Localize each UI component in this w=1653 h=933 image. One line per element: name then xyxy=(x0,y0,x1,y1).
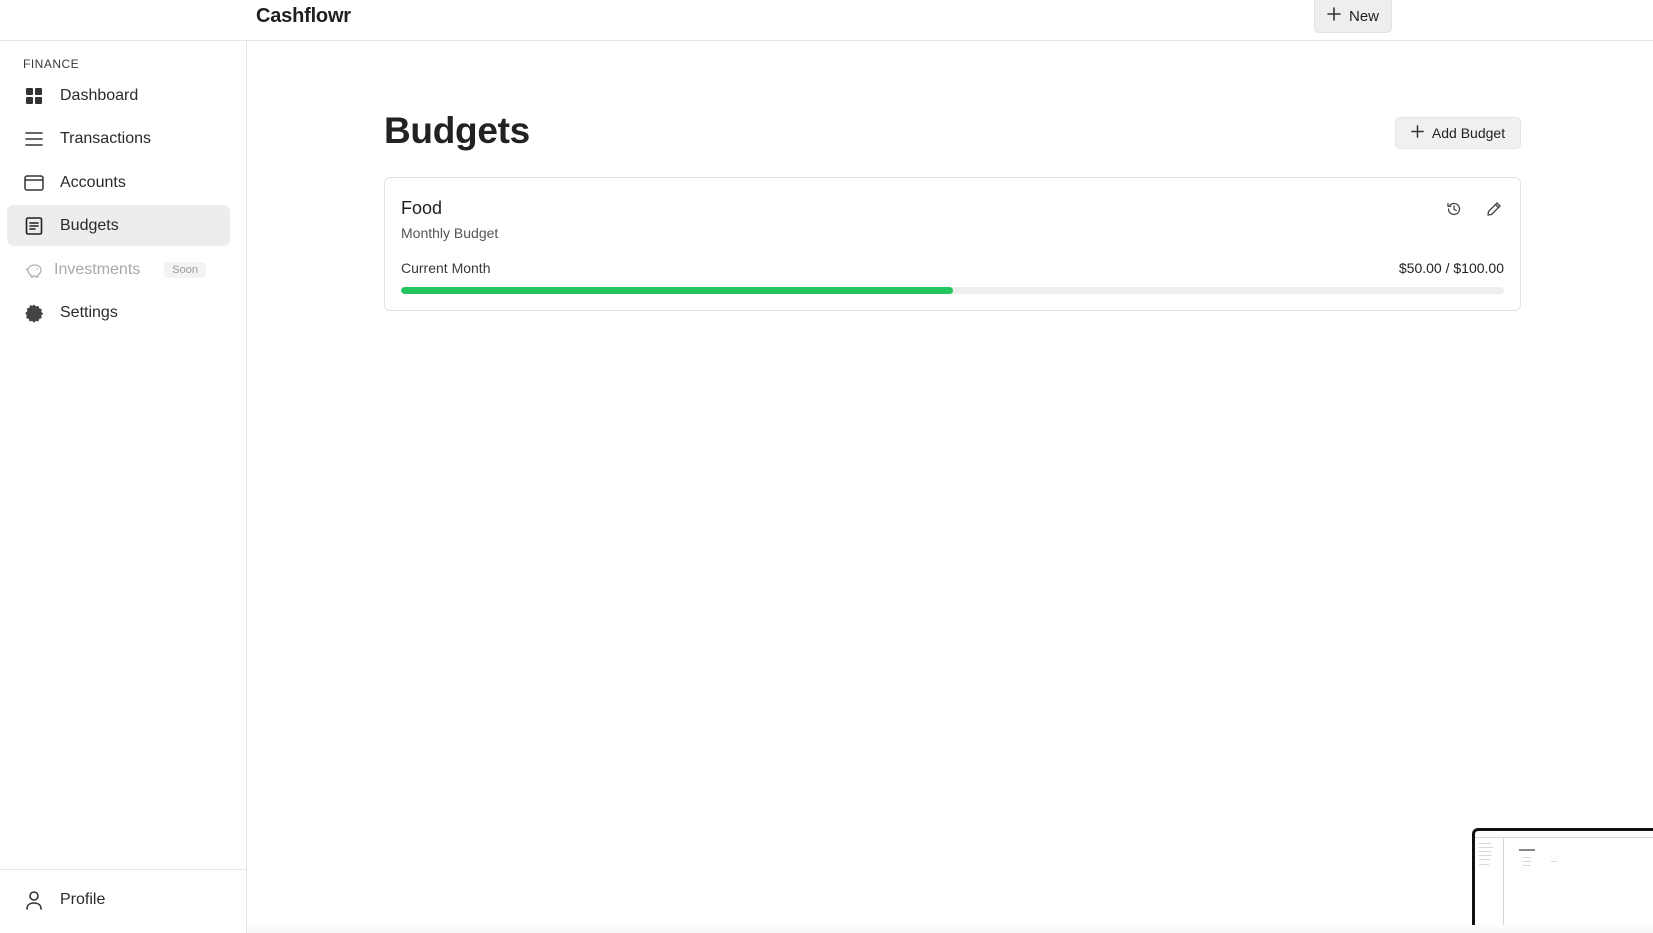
piggy-bank-icon xyxy=(24,260,44,280)
budget-progress-fill xyxy=(401,287,953,294)
sidebar-item-label: Transactions xyxy=(60,129,151,147)
add-budget-button[interactable]: Add Budget xyxy=(1395,117,1521,149)
top-bar: Cashflowr New xyxy=(0,0,1653,41)
budget-card: Food Monthly Budget Current Month $50.00… xyxy=(384,177,1521,311)
budget-amount: $50.00 / $100.00 xyxy=(1398,260,1504,276)
sidebar-section-label: FINANCE xyxy=(23,57,80,71)
pencil-icon[interactable] xyxy=(1484,199,1504,219)
budget-name: Food xyxy=(401,198,443,218)
sidebar-item-label: Accounts xyxy=(60,173,126,191)
add-budget-label: Add Budget xyxy=(1431,125,1506,141)
document-icon xyxy=(24,216,44,236)
page-title: Budgets xyxy=(384,110,530,151)
sidebar-item-profile[interactable]: Profile xyxy=(24,890,105,910)
profile-label: Profile xyxy=(60,891,106,908)
sidebar-item-label: Settings xyxy=(60,303,118,321)
screenshot-thumbnail[interactable] xyxy=(1472,828,1653,933)
grid-icon xyxy=(24,86,44,106)
sidebar-item-transactions[interactable]: Transactions xyxy=(7,118,230,159)
budget-progress-bar xyxy=(401,287,1504,294)
new-button-label: New xyxy=(1348,7,1379,25)
sidebar-item-label: Investments xyxy=(54,260,141,278)
sidebar-item-dashboard[interactable]: Dashboard xyxy=(7,75,230,116)
sidebar-item-label: Budgets xyxy=(60,216,119,234)
gear-icon xyxy=(24,303,44,323)
sidebar-item-label: Dashboard xyxy=(60,86,139,104)
budget-period-label: Current Month xyxy=(401,260,491,276)
history-icon[interactable] xyxy=(1444,199,1464,219)
app-title: Cashflowr xyxy=(256,5,351,27)
sidebar-footer: Profile xyxy=(0,869,246,933)
plus-icon xyxy=(1327,7,1341,25)
budget-actions xyxy=(1444,199,1504,219)
sidebar-item-accounts[interactable]: Accounts xyxy=(7,162,230,203)
user-icon xyxy=(24,890,44,910)
new-button[interactable]: New xyxy=(1314,0,1392,33)
card-icon xyxy=(24,173,44,193)
sidebar-item-budgets[interactable]: Budgets xyxy=(7,205,230,246)
sidebar-item-settings[interactable]: Settings xyxy=(7,292,230,333)
bottom-edge xyxy=(247,925,1653,933)
budget-period-type: Monthly Budget xyxy=(401,225,499,241)
sidebar: FINANCE Dashboard Transactions Accounts … xyxy=(0,41,247,933)
sidebar-item-investments: Investments Soon xyxy=(7,249,230,290)
soon-badge: Soon xyxy=(164,261,206,278)
list-icon xyxy=(24,129,44,149)
plus-icon xyxy=(1411,125,1424,141)
